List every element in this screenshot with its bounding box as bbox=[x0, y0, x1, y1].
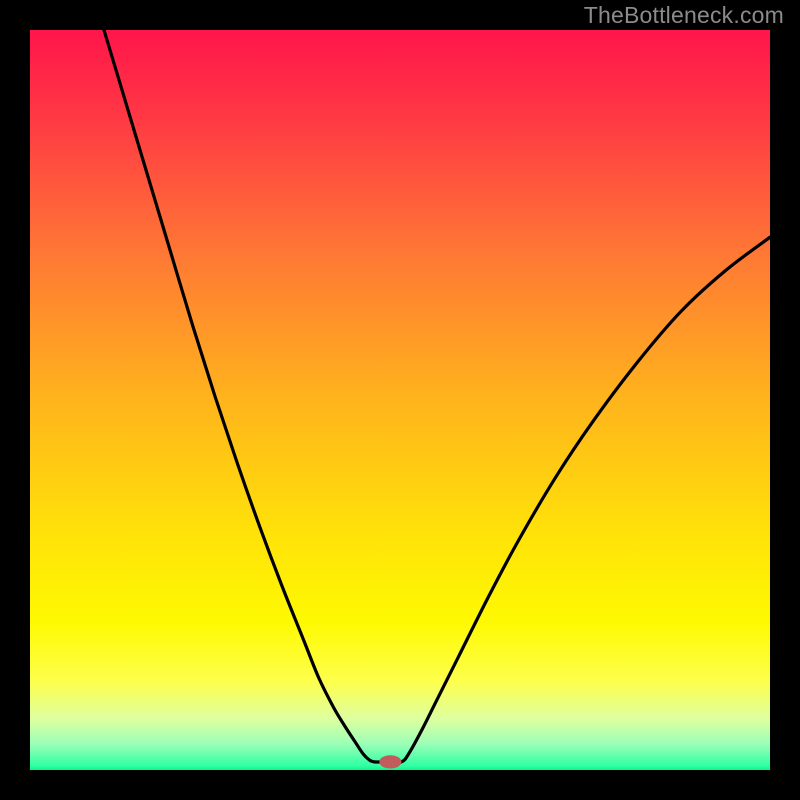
bottleneck-marker bbox=[379, 755, 401, 768]
bottleneck-chart bbox=[30, 30, 770, 770]
plot-background bbox=[30, 30, 770, 770]
watermark-text: TheBottleneck.com bbox=[584, 2, 784, 29]
chart-container: TheBottleneck.com bbox=[0, 0, 800, 800]
